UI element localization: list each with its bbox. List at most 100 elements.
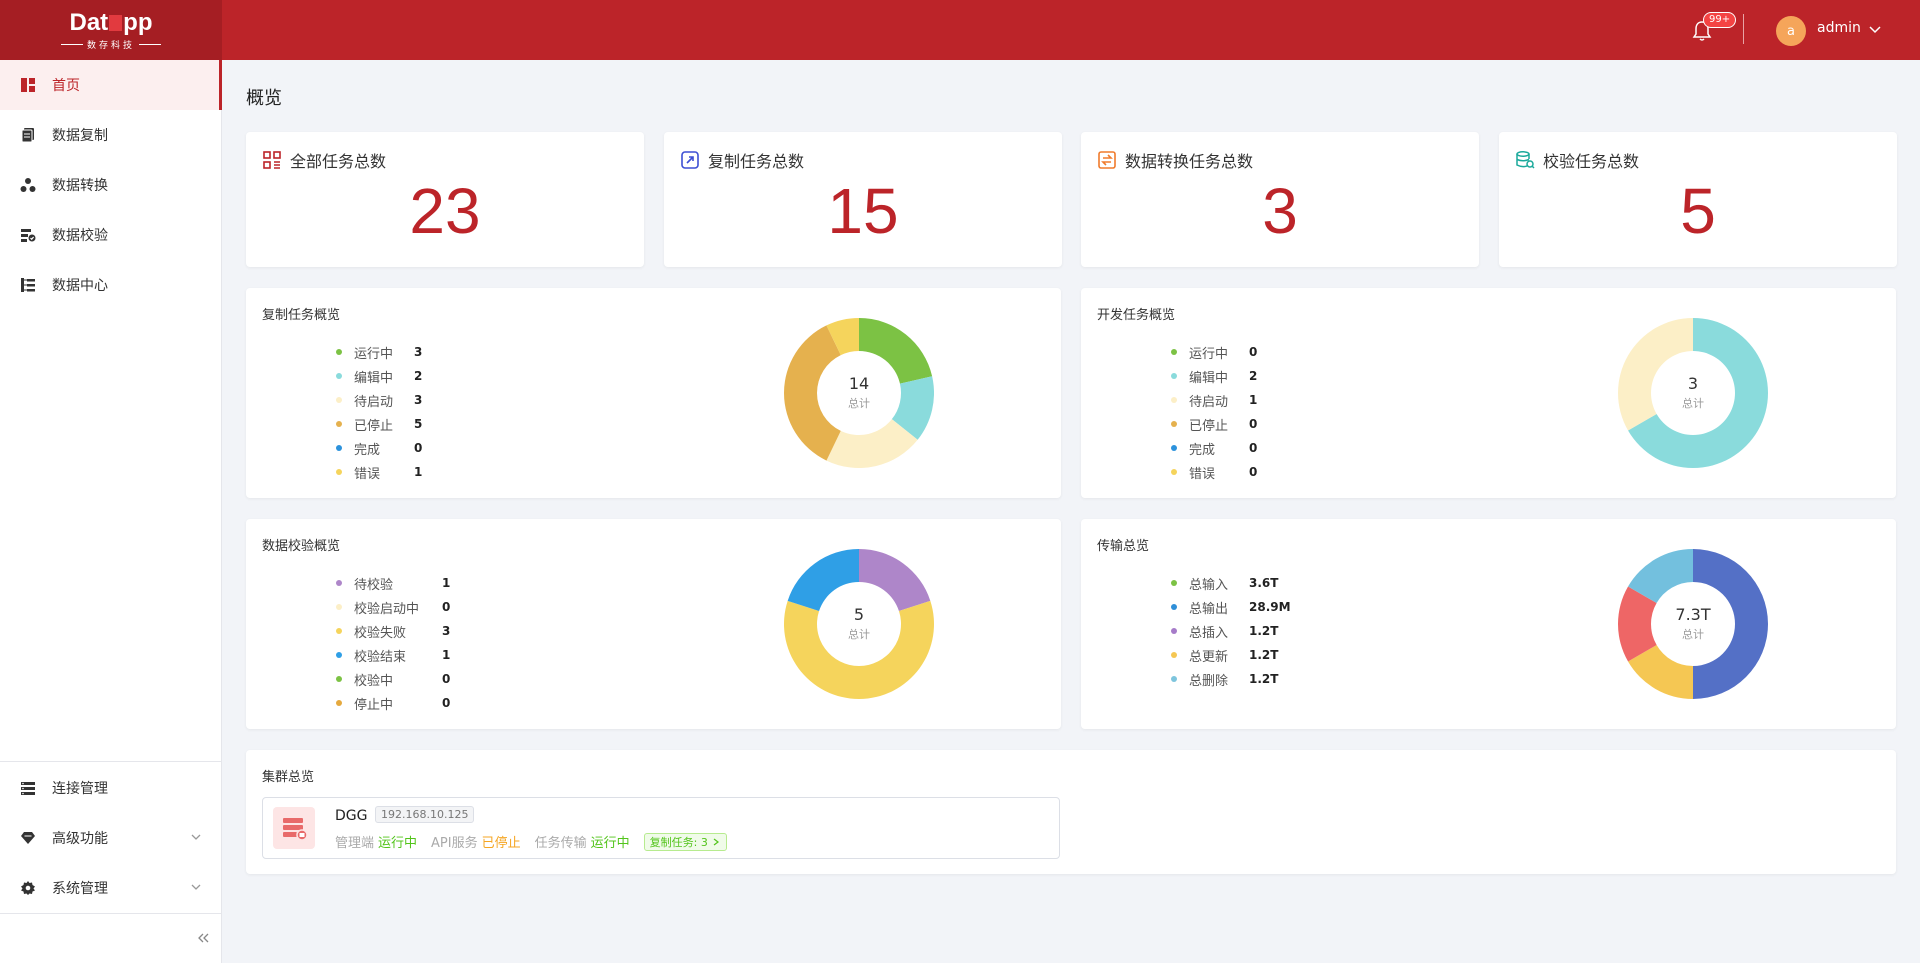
donut-slice[interactable]: [787, 549, 859, 612]
legend-item[interactable]: 完成 0: [1171, 436, 1257, 460]
legend-value: 0: [1249, 417, 1258, 431]
legend-value: 28.9M: [1249, 600, 1291, 614]
legend-item[interactable]: 已停止 5: [336, 412, 422, 436]
legend-value: 1: [442, 648, 451, 662]
sidebar-item-connection-management[interactable]: 连接管理: [0, 763, 222, 813]
legend-dot: [336, 349, 342, 355]
chevron-down-icon[interactable]: [1868, 22, 1882, 36]
legend-value: 0: [442, 672, 451, 686]
legend-dot: [1171, 373, 1177, 379]
legend: 运行中 3 编辑中 2 待启动 3 已停止 5 完成 0 错误 1: [336, 340, 422, 484]
legend-item[interactable]: 校验失败 3: [336, 619, 450, 643]
legend-value: 0: [1249, 345, 1258, 359]
transform-icon: [20, 178, 36, 192]
legend-item[interactable]: 完成 0: [336, 436, 422, 460]
legend-item[interactable]: 校验启动中 0: [336, 595, 450, 619]
legend-item[interactable]: 校验中 0: [336, 667, 450, 691]
legend-item[interactable]: 运行中 0: [1171, 340, 1257, 364]
legend: 待校验 1 校验启动中 0 校验失败 3 校验结束 1 校验中 0 停止中 0: [336, 571, 450, 715]
logo[interactable]: Dat pp 数存科技: [0, 0, 222, 60]
verify-icon: [21, 229, 36, 242]
legend-dot: [1171, 349, 1177, 355]
stat-label: 全部任务总数: [290, 152, 387, 171]
legend-label: 校验中: [354, 673, 394, 689]
api-label: API服务: [431, 836, 478, 851]
legend-dot: [336, 604, 342, 610]
legend-item[interactable]: 编辑中 2: [336, 364, 422, 388]
mgmt-status: 运行中: [378, 836, 418, 851]
collapse-sidebar-icon[interactable]: [195, 930, 211, 946]
transfer-status: 运行中: [590, 836, 630, 851]
panel-title: 复制任务概览: [262, 308, 341, 323]
legend: 总输入 3.6T 总输出 28.9M 总插入 1.2T 总更新 1.2T 总删除 1.2T: [1171, 571, 1291, 691]
panel-copy-overview: 复制任务概览 运行中 3 编辑中 2 待启动 3 已停止 5 完成 0 错误 1 14 总计: [246, 288, 1061, 498]
logo-line-left: [60, 43, 83, 45]
legend-item[interactable]: 停止中 0: [336, 691, 450, 715]
cluster-card[interactable]: DGG 192.168.10.125 管理端 运行中 API服务 已停止 任务传…: [262, 797, 1060, 859]
legend-dot: [336, 580, 342, 586]
legend-item[interactable]: 待校验 1: [336, 571, 450, 595]
legend-dot: [1171, 676, 1177, 682]
sidebar-item-data-copy[interactable]: 数据复制: [0, 110, 222, 160]
cluster-ip-tag: 192.168.10.125: [375, 806, 475, 823]
legend-value: 1: [1249, 393, 1258, 407]
donut-slice[interactable]: [784, 600, 934, 699]
legend-label: 待启动: [1189, 394, 1229, 410]
legend-label: 校验结束: [354, 649, 407, 665]
panel-title: 数据校验概览: [262, 539, 341, 554]
legend-value: 1: [414, 465, 423, 479]
donut-slice[interactable]: [1693, 549, 1768, 699]
sidebar-item-data-center[interactable]: 数据中心: [0, 260, 222, 310]
sidebar-divider: [0, 761, 222, 762]
avatar-letter: a: [1787, 23, 1795, 39]
legend-value: 3: [414, 345, 423, 359]
legend-item[interactable]: 编辑中 2: [1171, 364, 1257, 388]
legend-value: 1.2T: [1249, 624, 1279, 638]
top-header: Dat pp 数存科技 99+ a admin: [0, 0, 1920, 60]
chevron-down-icon[interactable]: [190, 831, 202, 843]
legend-item[interactable]: 待启动 3: [336, 388, 422, 412]
legend-item[interactable]: 错误 1: [336, 460, 422, 484]
sidebar-item-data-verify[interactable]: 数据校验: [0, 210, 222, 260]
stat-value: 15: [827, 175, 899, 247]
sidebar-item-data-transform[interactable]: 数据转换: [0, 160, 222, 210]
legend-item[interactable]: 总输入 3.6T: [1171, 571, 1291, 595]
legend-dot: [1171, 652, 1177, 658]
legend-item[interactable]: 总输出 28.9M: [1171, 595, 1291, 619]
diamond-icon: [21, 832, 35, 844]
legend-item[interactable]: 校验结束 1: [336, 643, 450, 667]
legend-item[interactable]: 运行中 3: [336, 340, 422, 364]
sidebar-item-label: 高级功能: [52, 831, 108, 847]
sidebar-item-label: 首页: [52, 78, 80, 94]
donut-slice[interactable]: [859, 318, 933, 384]
legend-item[interactable]: 总插入 1.2T: [1171, 619, 1291, 643]
avatar[interactable]: a: [1776, 16, 1806, 46]
legend-item[interactable]: 已停止 0: [1171, 412, 1257, 436]
legend-item[interactable]: 错误 0: [1171, 460, 1257, 484]
legend-item[interactable]: 总更新 1.2T: [1171, 643, 1291, 667]
legend-label: 错误: [1189, 466, 1216, 482]
legend-label: 总更新: [1189, 649, 1229, 665]
list-icon: [21, 782, 35, 795]
legend-value: 0: [414, 441, 423, 455]
legend-dot: [336, 676, 342, 682]
sidebar-item-home[interactable]: 首页: [0, 60, 222, 110]
legend-value: 1.2T: [1249, 672, 1279, 686]
legend-label: 总删除: [1189, 673, 1229, 689]
chevron-down-icon[interactable]: [190, 881, 202, 893]
server-icon: [273, 807, 315, 849]
legend-item[interactable]: 待启动 1: [1171, 388, 1257, 412]
legend-item[interactable]: 总删除 1.2T: [1171, 667, 1291, 691]
donut-slice[interactable]: [1618, 318, 1693, 431]
sidebar-item-advanced-features[interactable]: 高级功能: [0, 813, 222, 863]
header-divider: [1743, 14, 1744, 44]
legend-dot: [1171, 421, 1177, 427]
username[interactable]: admin: [1817, 20, 1861, 36]
legend-label: 停止中: [354, 697, 394, 713]
stat-card-verify-tasks: 校验任务总数 5: [1499, 132, 1897, 267]
donut-slice[interactable]: [784, 325, 841, 461]
donut-slice[interactable]: [859, 549, 931, 612]
sidebar-item-system-management[interactable]: 系统管理: [0, 863, 222, 913]
copy-task-tag[interactable]: 复制任务: 3: [643, 832, 727, 851]
legend-dot: [1171, 397, 1177, 403]
